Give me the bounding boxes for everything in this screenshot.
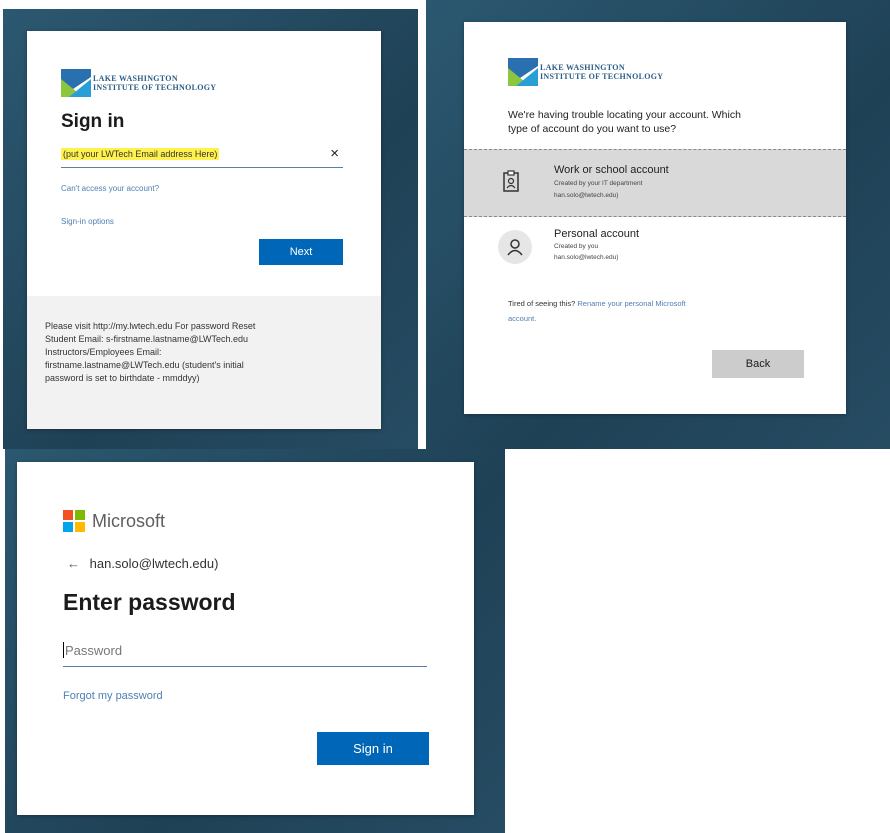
- page-title: Enter password: [63, 589, 236, 615]
- microsoft-brand: Microsoft: [92, 510, 166, 531]
- back-button[interactable]: Back: [712, 350, 804, 378]
- logo-line2: INSTITUTE OF TECHNOLOGY: [93, 83, 217, 92]
- microsoft-logo-icon: [63, 510, 85, 532]
- account-type-card: LAKE WASHINGTON INSTITUTE OF TECHNOLOGY …: [464, 22, 846, 414]
- work-account-name: Work or school account: [554, 164, 669, 176]
- signin-card: LAKE WASHINGTON INSTITUTE OF TECHNOLOGY …: [27, 31, 381, 429]
- tired-text: Tired of seeing this?: [508, 299, 576, 308]
- lwtech-logo-icon: [61, 69, 91, 97]
- page-title: Sign in: [61, 111, 125, 132]
- forgot-password-link[interactable]: Forgot my password: [63, 690, 163, 702]
- personal-account-option[interactable]: Personal account Created by you han.solo…: [464, 218, 846, 276]
- lwtech-logo-icon: [508, 58, 538, 86]
- identity-banner[interactable]: ← han.solo@lwtech.edu): [67, 556, 218, 571]
- footer-line: firstname.lastname@LWTech.edu (student's…: [45, 360, 244, 370]
- password-caret: [63, 642, 64, 658]
- footer-line: Student Email: s-firstname.lastname@LWTe…: [45, 334, 249, 344]
- personal-account-sub: Created by you: [554, 243, 599, 250]
- signin-footer: Please visit http://my.lwtech.edu For pa…: [27, 296, 381, 429]
- lwtech-logo: LAKE WASHINGTON INSTITUTE OF TECHNOLOGY: [508, 58, 663, 86]
- rename-notice: Tired of seeing this? Rename your person…: [508, 296, 808, 326]
- next-button[interactable]: Next: [259, 239, 343, 265]
- email-placeholder: (put your LWTech Email address Here): [61, 148, 220, 160]
- lwtech-signin-panel: LAKE WASHINGTON INSTITUTE OF TECHNOLOGY …: [3, 9, 418, 449]
- lwtech-logo: LAKE WASHINGTON INSTITUTE OF TECHNOLOGY: [61, 69, 216, 97]
- account-prompt: We're having trouble locating your accou…: [508, 108, 741, 136]
- logo-line1: LAKE WASHINGTON: [93, 74, 178, 83]
- account-type-panel: LAKE WASHINGTON INSTITUTE OF TECHNOLOGY …: [426, 0, 890, 449]
- rename-link-cont[interactable]: account.: [508, 314, 536, 323]
- password-placeholder: Password: [65, 643, 123, 658]
- cant-access-link[interactable]: Can't access your account?: [61, 184, 159, 193]
- logo-line1: LAKE WASHINGTON: [540, 63, 625, 72]
- lwtech-logo-text: LAKE WASHINGTON INSTITUTE OF TECHNOLOGY: [93, 74, 216, 92]
- footer-line: Instructors/Employees Email:: [45, 347, 162, 357]
- back-arrow-icon[interactable]: ←: [67, 556, 80, 571]
- work-account-option[interactable]: Work or school account Created by your I…: [464, 149, 846, 217]
- personal-account-email: han.solo@lwtech.edu): [554, 254, 619, 261]
- password-field[interactable]: Password: [63, 636, 427, 667]
- rename-link[interactable]: Rename your personal Microsoft: [577, 299, 685, 308]
- work-account-sub: Created by your IT department: [554, 180, 643, 187]
- footer-line: password is set to birthdate - mmddyy): [45, 373, 200, 383]
- person-icon: [498, 230, 532, 264]
- prompt-line1: We're having trouble locating your accou…: [508, 109, 741, 121]
- personal-account-name: Personal account: [554, 228, 639, 240]
- badge-icon: [498, 168, 524, 194]
- footer-line: Please visit http://my.lwtech.edu For pa…: [45, 321, 256, 331]
- work-account-email: han.solo@lwtech.edu): [554, 192, 619, 199]
- clear-icon[interactable]: ×: [330, 145, 339, 162]
- email-field[interactable]: (put your LWTech Email address Here) ×: [61, 145, 343, 168]
- signin-options-link[interactable]: Sign-in options: [61, 217, 114, 226]
- logo-line2: INSTITUTE OF TECHNOLOGY: [540, 72, 664, 81]
- prompt-line2: type of account do you want to use?: [508, 123, 677, 135]
- sign-in-button[interactable]: Sign in: [317, 732, 429, 765]
- password-card: Microsoft ← han.solo@lwtech.edu) Enter p…: [17, 462, 474, 815]
- enter-password-panel: Microsoft ← han.solo@lwtech.edu) Enter p…: [5, 449, 505, 833]
- lwtech-logo-text: LAKE WASHINGTON INSTITUTE OF TECHNOLOGY: [540, 63, 663, 81]
- identity-email: han.solo@lwtech.edu): [89, 556, 219, 571]
- microsoft-logo: Microsoft: [63, 510, 165, 532]
